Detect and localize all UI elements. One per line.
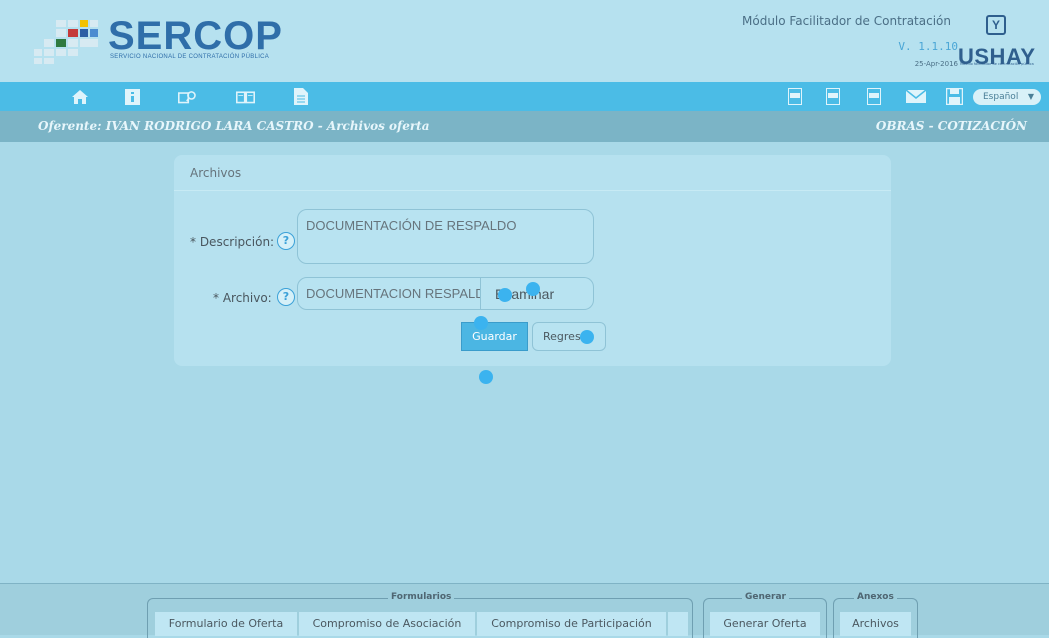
- ushay-icon: Y: [986, 15, 1006, 35]
- logo-text: SERCOP: [108, 14, 283, 58]
- tab-archivos[interactable]: Archivos: [840, 612, 911, 636]
- document-icon[interactable]: [291, 87, 310, 106]
- tab-compromiso-participacion[interactable]: Compromiso de Participación: [477, 612, 666, 636]
- descripcion-field[interactable]: DOCUMENTACIÓN DE RESPALDO: [297, 209, 594, 264]
- help-icon[interactable]: ?: [277, 232, 295, 250]
- version-label: V. 1.1.10: [898, 40, 958, 53]
- group-legend: Anexos: [854, 592, 897, 602]
- home-icon[interactable]: [70, 87, 89, 106]
- version-date: 25-Apr-2016: [914, 60, 958, 68]
- module-title: Módulo Facilitador de Contratación: [742, 14, 951, 28]
- tab-generar-oferta[interactable]: Generar Oferta: [710, 612, 820, 636]
- save-icon[interactable]: [945, 87, 964, 106]
- help-icon[interactable]: ?: [277, 288, 295, 306]
- archivo-label: * Archivo:: [213, 291, 272, 305]
- search-document-icon[interactable]: [178, 87, 197, 106]
- group-legend: Formularios: [388, 592, 455, 602]
- touch-marker: [526, 282, 540, 296]
- procedure-type-label: OBRAS - COTIZACIÓN: [875, 119, 1027, 133]
- group-legend: Generar: [742, 592, 789, 602]
- language-select[interactable]: Español ▼: [973, 89, 1041, 105]
- book-icon[interactable]: [236, 87, 255, 106]
- touch-marker: [474, 316, 488, 330]
- subheader: Oferente: IVAN RODRIGO LARA CASTRO - Arc…: [0, 111, 1049, 142]
- toolbar: Español ▼: [0, 82, 1049, 111]
- ushay-subtitle: Módulo facilitador de contratación públi…: [960, 62, 1034, 66]
- tab-compromiso-asociacion[interactable]: Compromiso de Asociación: [299, 612, 475, 636]
- tab-blank[interactable]: [668, 612, 688, 636]
- chevron-down-icon: ▼: [1027, 92, 1034, 101]
- header: SERCOP SERVICIO NACIONAL DE CONTRATACIÓN…: [0, 0, 1049, 82]
- descripcion-label: * Descripción:: [190, 235, 275, 249]
- tab-formulario-oferta[interactable]: Formulario de Oferta: [155, 612, 297, 636]
- archivo-field[interactable]: DOCUMENTACION RESPALDO: [297, 277, 481, 310]
- pdf-icon[interactable]: [785, 87, 804, 106]
- pdf-icon[interactable]: [823, 87, 842, 106]
- panel-divider: [174, 190, 891, 191]
- panel-title: Archivos: [190, 166, 242, 180]
- mail-icon[interactable]: [905, 87, 927, 106]
- touch-marker: [479, 370, 493, 384]
- back-button[interactable]: Regresar: [532, 322, 606, 351]
- info-icon[interactable]: [123, 87, 142, 106]
- language-value: Español: [983, 92, 1019, 102]
- oferente-title: Oferente: IVAN RODRIGO LARA CASTRO - Arc…: [38, 119, 430, 133]
- save-button[interactable]: Guardar: [461, 322, 528, 351]
- touch-marker: [580, 330, 594, 344]
- pdf-icon[interactable]: [864, 87, 883, 106]
- touch-marker: [498, 288, 512, 302]
- sercop-logo-mosaic: [34, 20, 98, 72]
- ushay-logo: USHAY: [958, 44, 1036, 69]
- logo-subtitle: SERVICIO NACIONAL DE CONTRATACIÓN PÚBLIC…: [110, 54, 270, 60]
